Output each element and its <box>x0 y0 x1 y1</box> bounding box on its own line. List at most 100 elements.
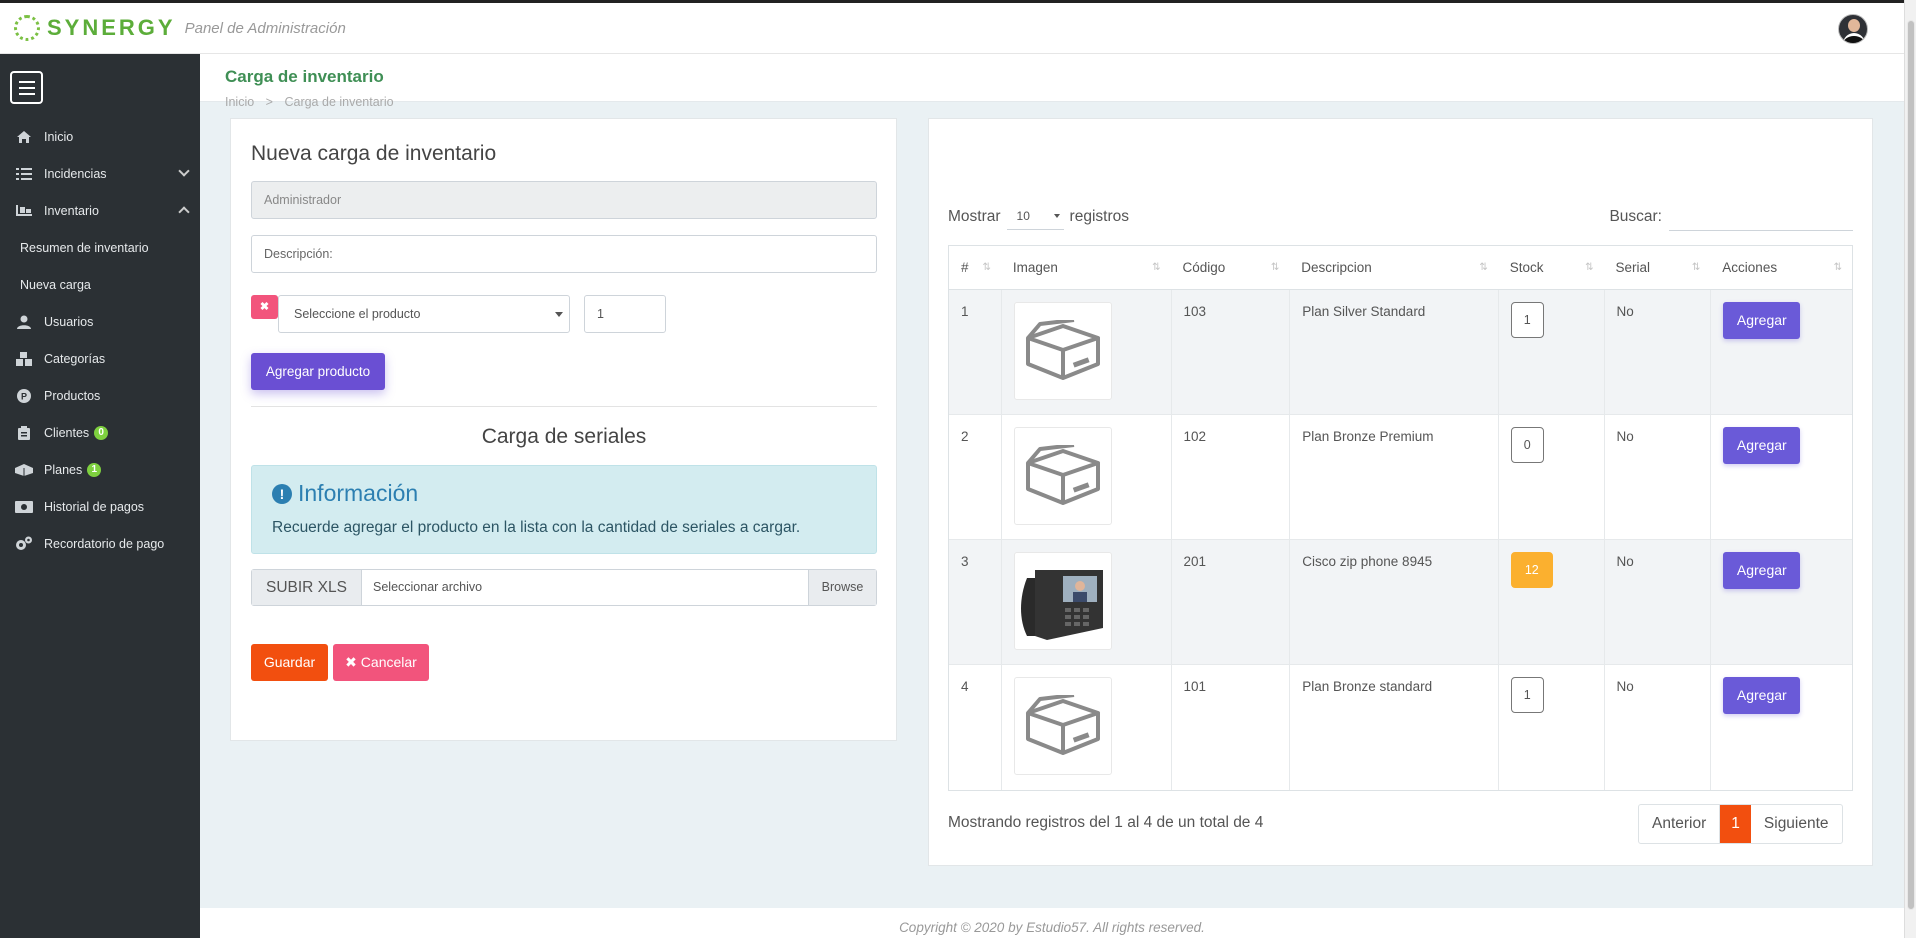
table-header: # ⇅ Imagen ⇅ Código ⇅ Descripcion ⇅ Stock ⇅ S… <box>949 246 1852 290</box>
description-field[interactable]: Descripción: <box>251 235 877 273</box>
clipboard-icon <box>14 425 34 440</box>
pagination-next[interactable]: Siguiente <box>1751 805 1842 843</box>
inventory-form-card: Nueva carga de inventario Administrador … <box>230 118 897 741</box>
records-label: registros <box>1069 207 1129 225</box>
actions-cell: Agregar <box>1710 540 1852 664</box>
actions-cell: Agregar <box>1710 415 1852 539</box>
page-scrollbar[interactable] <box>1904 0 1916 938</box>
add-product-button[interactable]: Agregar producto <box>251 353 385 390</box>
sidebar-item-historial-pagos[interactable]: Historial de pagos <box>0 488 200 525</box>
divider <box>251 406 877 407</box>
svg-text:P: P <box>21 391 27 401</box>
sidebar-item-planes[interactable]: Planes 1 <box>0 451 200 488</box>
menu-toggle-button[interactable] <box>10 71 43 104</box>
actions-cell: Agregar <box>1710 290 1852 414</box>
brand-subtitle: Panel de Administración <box>184 19 346 37</box>
sidebar-subitem-nueva-carga[interactable]: Nueva carga <box>0 266 200 303</box>
stock-cell: 1 <box>1497 665 1604 790</box>
dolly-icon <box>14 204 34 218</box>
description-cell: Plan Bronze standard <box>1289 665 1498 790</box>
home-icon <box>14 130 34 144</box>
description-cell: Cisco zip phone 8945 <box>1289 540 1498 664</box>
user-avatar[interactable] <box>1838 14 1868 44</box>
description-cell: Plan Silver Standard <box>1289 290 1498 414</box>
box-icon <box>1013 427 1112 525</box>
xls-upload-group[interactable]: SUBIR XLS Seleccionar archivo Browse <box>251 569 877 606</box>
breadcrumb: Inicio > Carga de inventario <box>225 95 394 109</box>
page-size-value: 10 <box>1016 209 1030 223</box>
column-header-description[interactable]: Descripcion ⇅ <box>1289 246 1498 289</box>
file-input[interactable]: Seleccionar archivo <box>362 570 808 605</box>
save-button[interactable]: Guardar <box>251 644 328 681</box>
sidebar-item-incidencias[interactable]: Incidencias <box>0 155 200 192</box>
sidebar-subitem-resumen[interactable]: Resumen de inventario <box>0 229 200 266</box>
row-number: 2 <box>961 429 969 444</box>
brand-logo[interactable]: SYNERGY Panel de Administración <box>14 15 346 41</box>
planes-badge: 1 <box>87 462 102 477</box>
quantity-input[interactable]: 1 <box>584 295 666 333</box>
column-header-code[interactable]: Código ⇅ <box>1171 246 1290 289</box>
serial-cell: No <box>1603 415 1711 539</box>
add-button[interactable]: Agregar <box>1723 677 1801 714</box>
stock-badge: 0 <box>1510 427 1544 463</box>
actions-cell: Agregar <box>1710 665 1852 790</box>
table-row: 3 201 Cisco zip phone 8945 12 No Agregar <box>949 540 1852 665</box>
stock-cell: 1 <box>1497 290 1604 414</box>
row-number: 4 <box>961 679 969 694</box>
image-cell <box>1000 290 1171 414</box>
product-select-value: Seleccione el producto <box>294 307 421 321</box>
sidebar-item-label: Usuarios <box>44 314 94 329</box>
sidebar-item-label: Nueva carga <box>20 277 91 292</box>
breadcrumb-home-link[interactable]: Inicio <box>225 95 254 109</box>
sidebar-item-recordatorio-pago[interactable]: Recordatorio de pago <box>0 525 200 562</box>
scrollbar-thumb[interactable] <box>1907 20 1915 910</box>
column-header-serial[interactable]: Serial ⇅ <box>1604 246 1711 289</box>
add-button[interactable]: Agregar <box>1723 302 1801 339</box>
add-button[interactable]: Agregar <box>1723 427 1801 464</box>
stock-badge: 1 <box>1510 677 1544 713</box>
page-header: Carga de inventario Inicio > Carga de in… <box>200 54 1904 109</box>
remove-product-button[interactable]: ✖ <box>251 295 278 319</box>
image-cell <box>1000 415 1171 539</box>
image-cell <box>1000 665 1171 790</box>
table-row: 2 102 Plan Bronze Premium 0 No Agregar <box>949 415 1852 540</box>
table-row: 4 101 Plan Bronze standard 1 No Agregar <box>949 665 1852 790</box>
logo-ring-icon <box>14 15 40 41</box>
column-header-actions[interactable]: Acciones ⇅ <box>1710 246 1852 289</box>
box-icon <box>1013 302 1112 400</box>
cancel-button-label: Cancelar <box>360 654 417 670</box>
sidebar-item-inventario[interactable]: Inventario <box>0 192 200 229</box>
stock-badge: 1 <box>1510 302 1544 338</box>
pagination-page-1[interactable]: 1 <box>1720 805 1751 843</box>
sidebar-item-productos[interactable]: P Productos <box>0 377 200 414</box>
column-header-stock[interactable]: Stock ⇅ <box>1498 246 1604 289</box>
column-header-image[interactable]: Imagen ⇅ <box>1001 246 1171 289</box>
table-row: 1 103 Plan Silver Standard 1 No Agregar <box>949 290 1852 415</box>
sidebar-item-usuarios[interactable]: Usuarios <box>0 303 200 340</box>
search-input[interactable] <box>1669 203 1853 231</box>
column-header-number[interactable]: # ⇅ <box>949 246 1001 289</box>
top-bar: SYNERGY Panel de Administración <box>0 0 1916 54</box>
page-size-select[interactable]: 10 <box>1006 203 1064 230</box>
cancel-button[interactable]: ✖ Cancelar <box>333 644 429 681</box>
page-title: Carga de inventario <box>225 67 384 86</box>
sidebar-item-inicio[interactable]: Inicio <box>0 118 200 155</box>
product-select[interactable]: Seleccione el producto <box>278 295 570 333</box>
browse-button[interactable]: Browse <box>808 570 876 605</box>
pagination-prev[interactable]: Anterior <box>1639 805 1721 843</box>
sort-icon: ⇅ <box>1833 262 1842 273</box>
row-number: 3 <box>961 554 969 569</box>
sidebar-item-label: Planes <box>44 462 83 477</box>
sidebar-item-label: Categorías <box>44 351 106 366</box>
sidebar-item-label: Clientes <box>44 425 90 440</box>
add-button[interactable]: Agregar <box>1723 552 1801 589</box>
sidebar-item-categorias[interactable]: Categorías <box>0 340 200 377</box>
sidebar-item-label: Resumen de inventario <box>20 240 149 255</box>
product-icon: P <box>14 388 34 403</box>
sidebar-item-clientes[interactable]: Clientes 0 <box>0 414 200 451</box>
sort-icon: ⇅ <box>1270 262 1280 273</box>
row-number: 1 <box>961 304 969 319</box>
sort-icon: ⇅ <box>982 262 991 273</box>
upload-xls-label: SUBIR XLS <box>252 570 362 605</box>
sort-icon: ⇅ <box>1479 262 1488 273</box>
